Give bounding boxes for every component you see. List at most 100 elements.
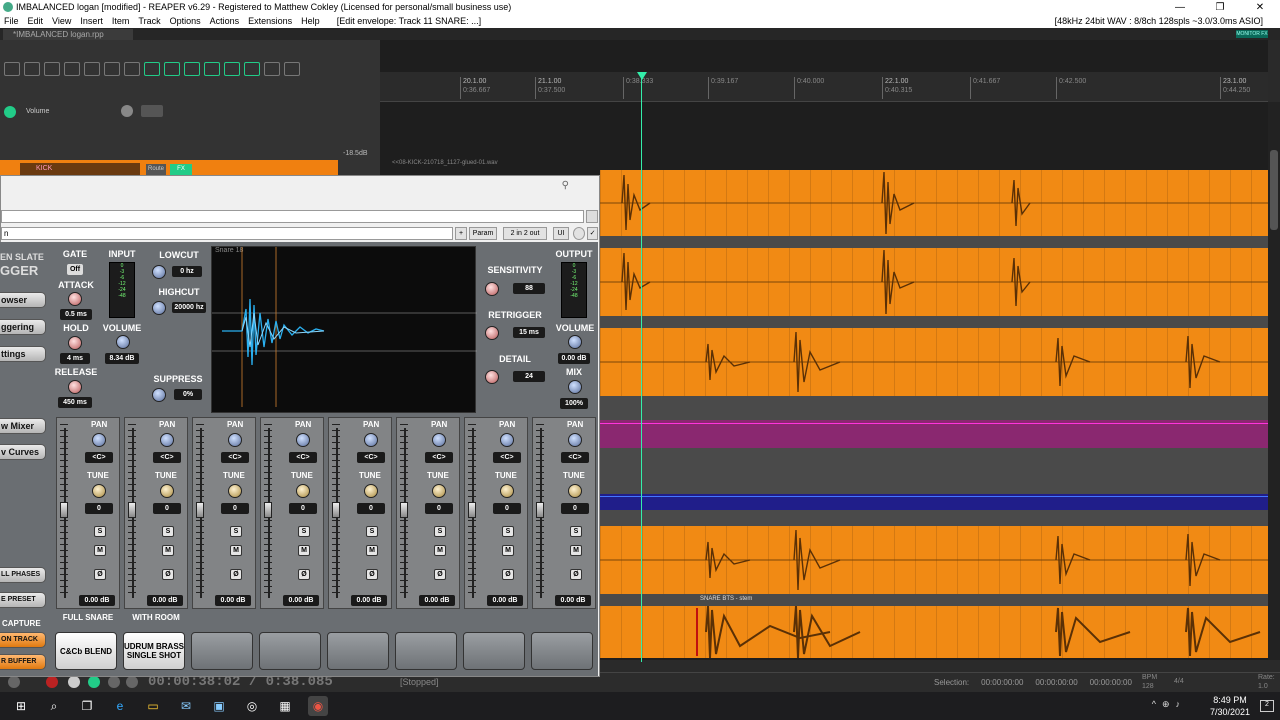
media-item-kick-2[interactable]	[600, 248, 1268, 316]
project-settings-icon[interactable]	[64, 62, 80, 76]
input-volume-knob[interactable]	[116, 335, 130, 349]
mix-knob[interactable]	[568, 380, 582, 394]
channel-db-value[interactable]: 0.00 dB	[351, 595, 387, 606]
pan-value[interactable]: <C>	[289, 452, 317, 463]
project-tab[interactable]: *IMBALANCED logan.rpp	[3, 29, 133, 40]
redo-icon[interactable]	[104, 62, 120, 76]
mute-button[interactable]: M	[298, 545, 310, 556]
all-phases-button[interactable]: LL PHASES	[0, 567, 46, 583]
rewind-icon[interactable]	[8, 676, 20, 688]
lowcut-value[interactable]: 0 hz	[172, 266, 202, 277]
io-button[interactable]: 2 in 2 out	[503, 227, 547, 240]
channel-db-value[interactable]: 0.00 dB	[419, 595, 455, 606]
task-view-icon[interactable]: ❐	[77, 696, 97, 716]
settings-button[interactable]: ttings	[0, 346, 46, 362]
tune-value[interactable]: 0	[85, 503, 113, 514]
capture-buffer-button[interactable]: R BUFFER	[0, 654, 46, 670]
ripple-icon[interactable]	[164, 62, 180, 76]
tune-value[interactable]: 0	[289, 503, 317, 514]
channel-fader[interactable]	[536, 502, 544, 518]
pan-knob[interactable]	[160, 433, 174, 447]
selection-start[interactable]: 00:00:00:00	[981, 678, 1023, 687]
attack-knob[interactable]	[68, 292, 82, 306]
pan-value[interactable]: <C>	[221, 452, 249, 463]
grouping-icon[interactable]	[184, 62, 200, 76]
menu-track[interactable]: Track	[138, 15, 160, 28]
save-project-icon[interactable]	[44, 62, 60, 76]
pan-knob[interactable]	[364, 433, 378, 447]
media-item-snare-2[interactable]	[600, 526, 1268, 594]
retrigger-knob[interactable]	[485, 326, 499, 340]
tune-knob[interactable]	[500, 484, 514, 498]
tune-knob[interactable]	[364, 484, 378, 498]
search-icon[interactable]: ⌕	[44, 696, 64, 716]
monitor-fx-button[interactable]: MONITOR FX	[1236, 30, 1268, 38]
volume-envelope-lane[interactable]	[600, 420, 1268, 448]
menu-item[interactable]: Item	[112, 15, 130, 28]
grid-icon[interactable]	[224, 62, 240, 76]
gate-toggle[interactable]: Off	[67, 264, 83, 275]
playhead-cursor[interactable]	[641, 72, 642, 662]
channel-db-value[interactable]: 0.00 dB	[283, 595, 319, 606]
selection-length[interactable]: 00:00:00:00	[1090, 678, 1132, 687]
release-knob[interactable]	[68, 380, 82, 394]
tune-knob[interactable]	[568, 484, 582, 498]
envelope-volume-knob[interactable]	[121, 105, 133, 117]
menu-edit[interactable]: Edit	[28, 15, 44, 28]
solo-button[interactable]: S	[94, 526, 106, 537]
preset-dropdown[interactable]: n	[1, 227, 453, 240]
bpm-value[interactable]: 128	[1142, 682, 1157, 691]
loop-icon[interactable]	[244, 62, 260, 76]
menu-actions[interactable]: Actions	[210, 15, 240, 28]
channel-fader[interactable]	[400, 502, 408, 518]
tune-knob[interactable]	[432, 484, 446, 498]
pan-knob[interactable]	[432, 433, 446, 447]
pan-value[interactable]: <C>	[153, 452, 181, 463]
pause-icon[interactable]	[126, 676, 138, 688]
channel-fader[interactable]	[468, 502, 476, 518]
suppress-value[interactable]: 0%	[174, 389, 202, 400]
record-icon[interactable]	[46, 676, 58, 688]
timeline-ruler[interactable]: 20.1.00 0:36.667 21.1.00 0:37.500 0:38.333…	[380, 72, 1268, 102]
start-icon[interactable]: ⊞	[11, 696, 31, 716]
tune-knob[interactable]	[92, 484, 106, 498]
pan-knob[interactable]	[568, 433, 582, 447]
envelope-arm-button[interactable]	[141, 105, 163, 117]
stop-icon[interactable]	[108, 676, 120, 688]
file-explorer-icon[interactable]: ▭	[143, 696, 163, 716]
phase-button[interactable]: Ø	[502, 569, 514, 580]
pan-value[interactable]: <C>	[425, 452, 453, 463]
view-mixer-button[interactable]: w Mixer	[0, 418, 46, 434]
velocity-curves-button[interactable]: v Curves	[0, 444, 46, 460]
minimize-button[interactable]: —	[1160, 0, 1200, 15]
param-button[interactable]: Param	[469, 227, 497, 240]
sample-pad[interactable]: UDRUM BRASS SINGLE SHOT	[123, 632, 185, 670]
channel-fader[interactable]	[196, 502, 204, 518]
channel-db-value[interactable]: 0.00 dB	[147, 595, 183, 606]
phase-button[interactable]: Ø	[298, 569, 310, 580]
snap-icon[interactable]	[144, 62, 160, 76]
play-icon[interactable]	[68, 676, 80, 688]
solo-button[interactable]: S	[502, 526, 514, 537]
mail-icon[interactable]: ✉	[176, 696, 196, 716]
retrigger-value[interactable]: 15 ms	[513, 327, 545, 338]
envelope-icon[interactable]	[284, 62, 300, 76]
detail-knob[interactable]	[485, 370, 499, 384]
mute-button[interactable]: M	[162, 545, 174, 556]
solo-button[interactable]: S	[230, 526, 242, 537]
rate-display[interactable]: Rate: 1.0	[1258, 673, 1275, 691]
tune-value[interactable]: 0	[561, 503, 589, 514]
hold-knob[interactable]	[68, 336, 82, 350]
tune-value[interactable]: 0	[153, 503, 181, 514]
menu-insert[interactable]: Insert	[80, 15, 103, 28]
sample-pad[interactable]	[259, 632, 321, 670]
waveform-scope[interactable]: Snare 18	[211, 246, 477, 413]
mute-button[interactable]: M	[502, 545, 514, 556]
auto-crossfade-icon[interactable]	[204, 62, 220, 76]
bypass-icon[interactable]	[573, 227, 585, 240]
calculator-icon[interactable]: ▦	[275, 696, 295, 716]
time-signature[interactable]: 4/4	[1174, 678, 1184, 685]
tune-knob[interactable]	[228, 484, 242, 498]
fx-chain-scroll[interactable]	[586, 210, 598, 223]
enable-checkbox[interactable]: ✓	[587, 227, 598, 240]
